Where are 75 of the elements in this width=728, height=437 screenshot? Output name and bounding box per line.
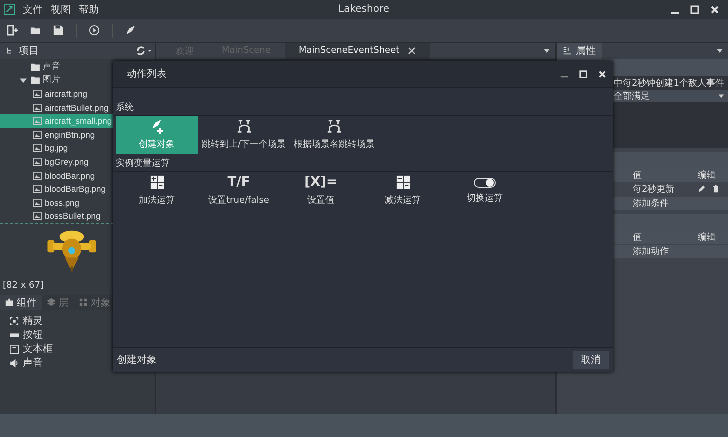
scene-switch-icon (327, 119, 342, 134)
window-title: Lakeshore (338, 4, 390, 15)
folder-icon[interactable] (30, 25, 41, 36)
menu-item[interactable]: 视图 (51, 2, 71, 16)
image-file-icon (33, 130, 42, 139)
action-glyph: [X]= (304, 175, 338, 190)
action-tile[interactable]: T/F 设置true/false (198, 172, 280, 210)
expand-arrow-icon[interactable] (20, 76, 27, 84)
tree-item[interactable]: aircraft.png (0, 87, 155, 101)
component-item[interactable]: 精灵 (10, 314, 155, 328)
column-header: 值 (633, 232, 643, 244)
menu-item[interactable]: 文件 (23, 2, 43, 16)
panel-title: 项目 (19, 45, 39, 58)
image-file-icon (33, 158, 42, 166)
image-file-icon (33, 117, 42, 126)
puzzle-icon (5, 298, 14, 308)
frame-icon (10, 316, 19, 326)
menu-item[interactable]: 帮助 (79, 2, 99, 16)
group-label: 系统 (115, 102, 135, 115)
action-tile[interactable]: 切换运算 (444, 172, 526, 210)
image-file-icon (33, 90, 42, 98)
dialog-title: 动作列表 (127, 68, 167, 81)
close-icon[interactable] (710, 4, 720, 14)
rocket-icon[interactable] (125, 25, 136, 36)
column-header: 编辑 (698, 170, 717, 182)
save-icon[interactable] (53, 25, 64, 36)
minus-grid-icon (396, 175, 410, 190)
panel-tab[interactable]: 组件 (0, 295, 42, 310)
properties-icon (563, 46, 572, 56)
cancel-button[interactable]: 取消 (573, 351, 609, 369)
maximize-icon[interactable] (690, 4, 700, 14)
selected-action-label: 创建对象 (117, 354, 157, 367)
button-shape-icon (10, 330, 19, 340)
plus-grid-icon (150, 175, 164, 190)
scene-switch-icon (236, 119, 252, 134)
action-tile[interactable]: [X]= 设置值 (280, 172, 362, 210)
table-cell-text: 每2秒更新 (633, 184, 676, 196)
condition-mode-dropdown[interactable]: 全部满足 (612, 90, 728, 102)
action-glyph: T/F (228, 175, 250, 190)
component-item[interactable]: 按钮 (10, 328, 155, 342)
toggle-icon (474, 178, 496, 188)
action-tile[interactable]: 减法运算 (362, 172, 444, 210)
close-icon[interactable] (408, 47, 416, 55)
edit-icon[interactable] (698, 185, 706, 193)
maximize-icon[interactable] (579, 70, 588, 78)
play-icon[interactable] (89, 25, 100, 36)
image-file-icon (33, 104, 42, 112)
column-header: 编辑 (698, 232, 717, 244)
image-file-icon (33, 144, 42, 152)
close-icon[interactable] (598, 70, 607, 78)
dropdown-arrow-icon (718, 92, 725, 100)
image-file-icon (33, 198, 42, 207)
tree-item[interactable]: bossBullet.png (0, 210, 155, 224)
speaker-icon (10, 358, 19, 368)
event-name-field[interactable]: 中每2秒钟创建1个敌人事件 (612, 76, 728, 90)
delete-icon[interactable] (712, 185, 720, 193)
sync-icon[interactable] (136, 46, 152, 56)
image-file-icon (33, 185, 42, 194)
image-file-icon (33, 212, 42, 220)
grid-icon (79, 298, 88, 308)
action-tile[interactable]: 根据场景名跳转场景 (290, 116, 380, 154)
new-file-icon[interactable] (7, 25, 18, 36)
app-logo-icon (4, 4, 15, 15)
image-size-label: [82 x 67] (2, 281, 45, 292)
action-tile[interactable]: 跳转到上/下一个场景 (198, 116, 290, 154)
dropdown-arrow-icon[interactable] (543, 47, 551, 55)
group-label: 实例变量运算 (115, 158, 171, 171)
layers-icon (47, 298, 56, 308)
image-file-icon (33, 172, 42, 180)
editor-tab[interactable]: MainSceneEventSheet (284, 43, 430, 59)
properties-tab[interactable]: 属性 (557, 43, 602, 59)
description-field[interactable] (612, 102, 728, 148)
column-header: 值 (633, 170, 643, 182)
textbox-icon (10, 344, 19, 354)
dropdown-arrow-icon[interactable] (716, 47, 724, 55)
